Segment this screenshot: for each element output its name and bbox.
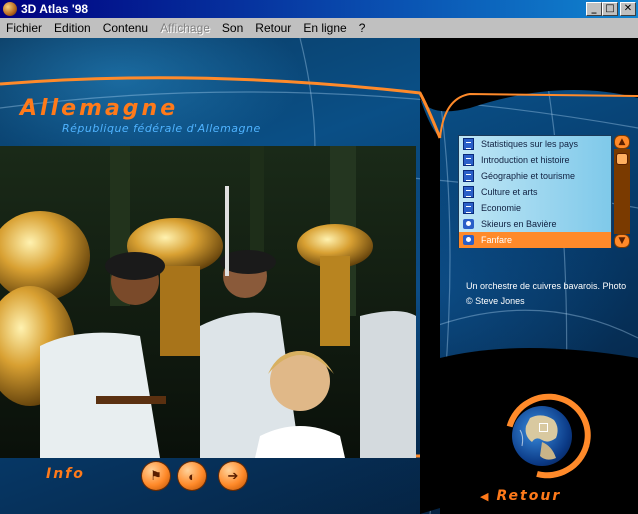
location-marker xyxy=(539,423,548,432)
document-icon xyxy=(463,154,474,166)
brass-band-photo xyxy=(0,146,416,458)
photo-illustration xyxy=(0,146,416,458)
forward-arrow-icon: ➔ xyxy=(227,468,239,483)
flag-button[interactable]: ⚑ xyxy=(142,462,170,490)
list-item[interactable]: Culture et arts xyxy=(459,184,611,200)
list-item-selected[interactable]: Fanfare xyxy=(459,232,611,248)
scroll-thumb[interactable] xyxy=(616,153,628,165)
menu-son[interactable]: Son xyxy=(216,21,249,35)
globe-icon xyxy=(519,415,558,460)
list-item-label: Géographie et tourisme xyxy=(481,171,576,181)
menu-bar: Fichier Edition Contenu Affichage Son Re… xyxy=(0,18,638,38)
menu-edition[interactable]: Edition xyxy=(48,21,97,35)
title-bar: 3D Atlas '98 _ □ ✕ xyxy=(0,0,638,18)
document-icon xyxy=(463,186,474,198)
app-icon xyxy=(3,2,17,16)
menu-affichage: Affichage xyxy=(160,21,210,35)
scroll-down-button[interactable]: ▼ xyxy=(614,234,630,248)
list-item-label: Culture et arts xyxy=(481,187,538,197)
photo-caption: Un orchestre de cuivres bavarois. Photo … xyxy=(466,279,634,309)
list-item-label: Statistiques sur les pays xyxy=(481,139,579,149)
caption-text: Un orchestre de cuivres bavarois. Photo xyxy=(466,281,627,291)
back-arrow-icon: ◀ xyxy=(480,489,491,503)
camera-icon xyxy=(463,235,474,245)
list-item[interactable]: Statistiques sur les pays xyxy=(459,136,611,152)
country-name: Allemagne xyxy=(20,96,179,121)
close-button[interactable]: ✕ xyxy=(620,2,636,16)
maximize-button[interactable]: □ xyxy=(602,2,618,16)
minimize-button[interactable]: _ xyxy=(586,2,602,16)
atlas-stage: Allemagne République fédérale d'Allemagn… xyxy=(0,38,638,514)
menu-fichier[interactable]: Fichier xyxy=(0,21,48,35)
list-item-label: Fanfare xyxy=(481,235,513,245)
topic-list-scrollbar[interactable]: ▲ ▼ xyxy=(614,135,630,248)
flag-icon: ⚑ xyxy=(150,468,162,483)
document-icon xyxy=(463,202,474,214)
window-controls: _ □ ✕ xyxy=(586,2,636,16)
list-item[interactable]: Skieurs en Bavière xyxy=(459,216,611,232)
topic-list[interactable]: Statistiques sur les pays Introduction e… xyxy=(458,135,612,248)
document-icon xyxy=(463,138,474,150)
menu-contenu[interactable]: Contenu xyxy=(97,21,154,35)
list-item[interactable]: Economie xyxy=(459,200,611,216)
list-item[interactable]: Introduction et histoire xyxy=(459,152,611,168)
list-item-label: Economie xyxy=(481,203,522,213)
caption-credit: © Steve Jones xyxy=(466,296,525,306)
retour-label: Retour xyxy=(496,488,562,504)
globe-navigator[interactable] xyxy=(512,406,572,466)
camera-rotate-button[interactable]: ◐ xyxy=(178,462,206,490)
menu-retour[interactable]: Retour xyxy=(249,21,297,35)
window-title: 3D Atlas '98 xyxy=(21,2,89,16)
document-icon xyxy=(463,170,474,182)
list-item-label: Introduction et histoire xyxy=(481,155,570,165)
list-item-label: Skieurs en Bavière xyxy=(481,219,557,229)
info-label[interactable]: Info xyxy=(46,466,85,482)
list-item[interactable]: Géographie et tourisme xyxy=(459,168,611,184)
country-subtitle: République fédérale d'Allemagne xyxy=(62,122,261,135)
camera-rotate-icon: ◐ xyxy=(188,468,196,484)
forward-button[interactable]: ➔ xyxy=(219,462,247,490)
camera-icon xyxy=(463,219,474,229)
menu-help[interactable]: ? xyxy=(353,21,372,35)
menu-en-ligne[interactable]: En ligne xyxy=(297,21,352,35)
scroll-track[interactable] xyxy=(614,149,630,234)
scroll-up-button[interactable]: ▲ xyxy=(614,135,630,149)
retour-button[interactable]: ◀ Retour xyxy=(480,488,561,504)
